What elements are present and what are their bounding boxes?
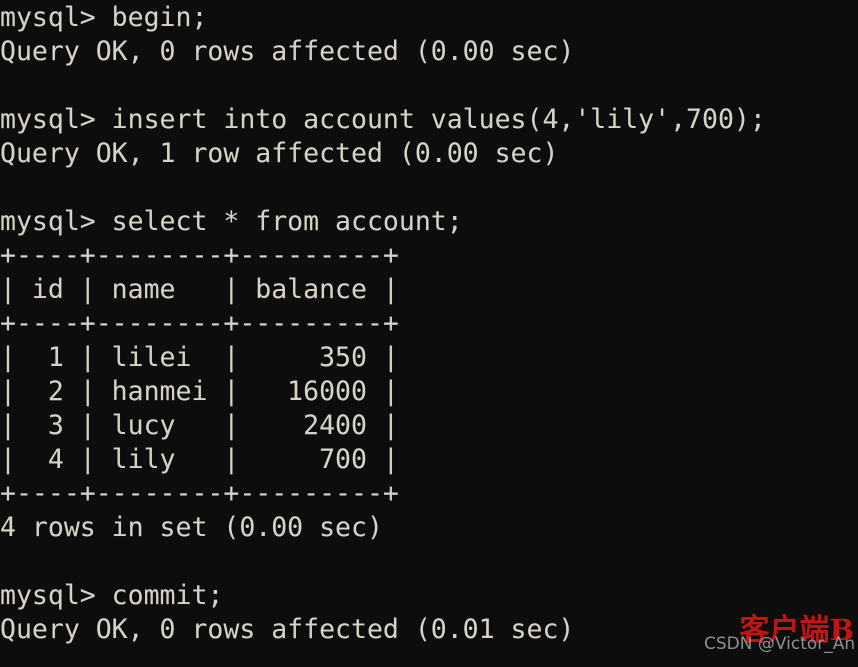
watermark-chinese-suffix: B	[829, 613, 854, 647]
terminal-console-output: mysql> begin; Query OK, 0 rows affected …	[0, 2, 766, 645]
mysql-terminal-window[interactable]: mysql> begin; Query OK, 0 rows affected …	[0, 0, 858, 667]
